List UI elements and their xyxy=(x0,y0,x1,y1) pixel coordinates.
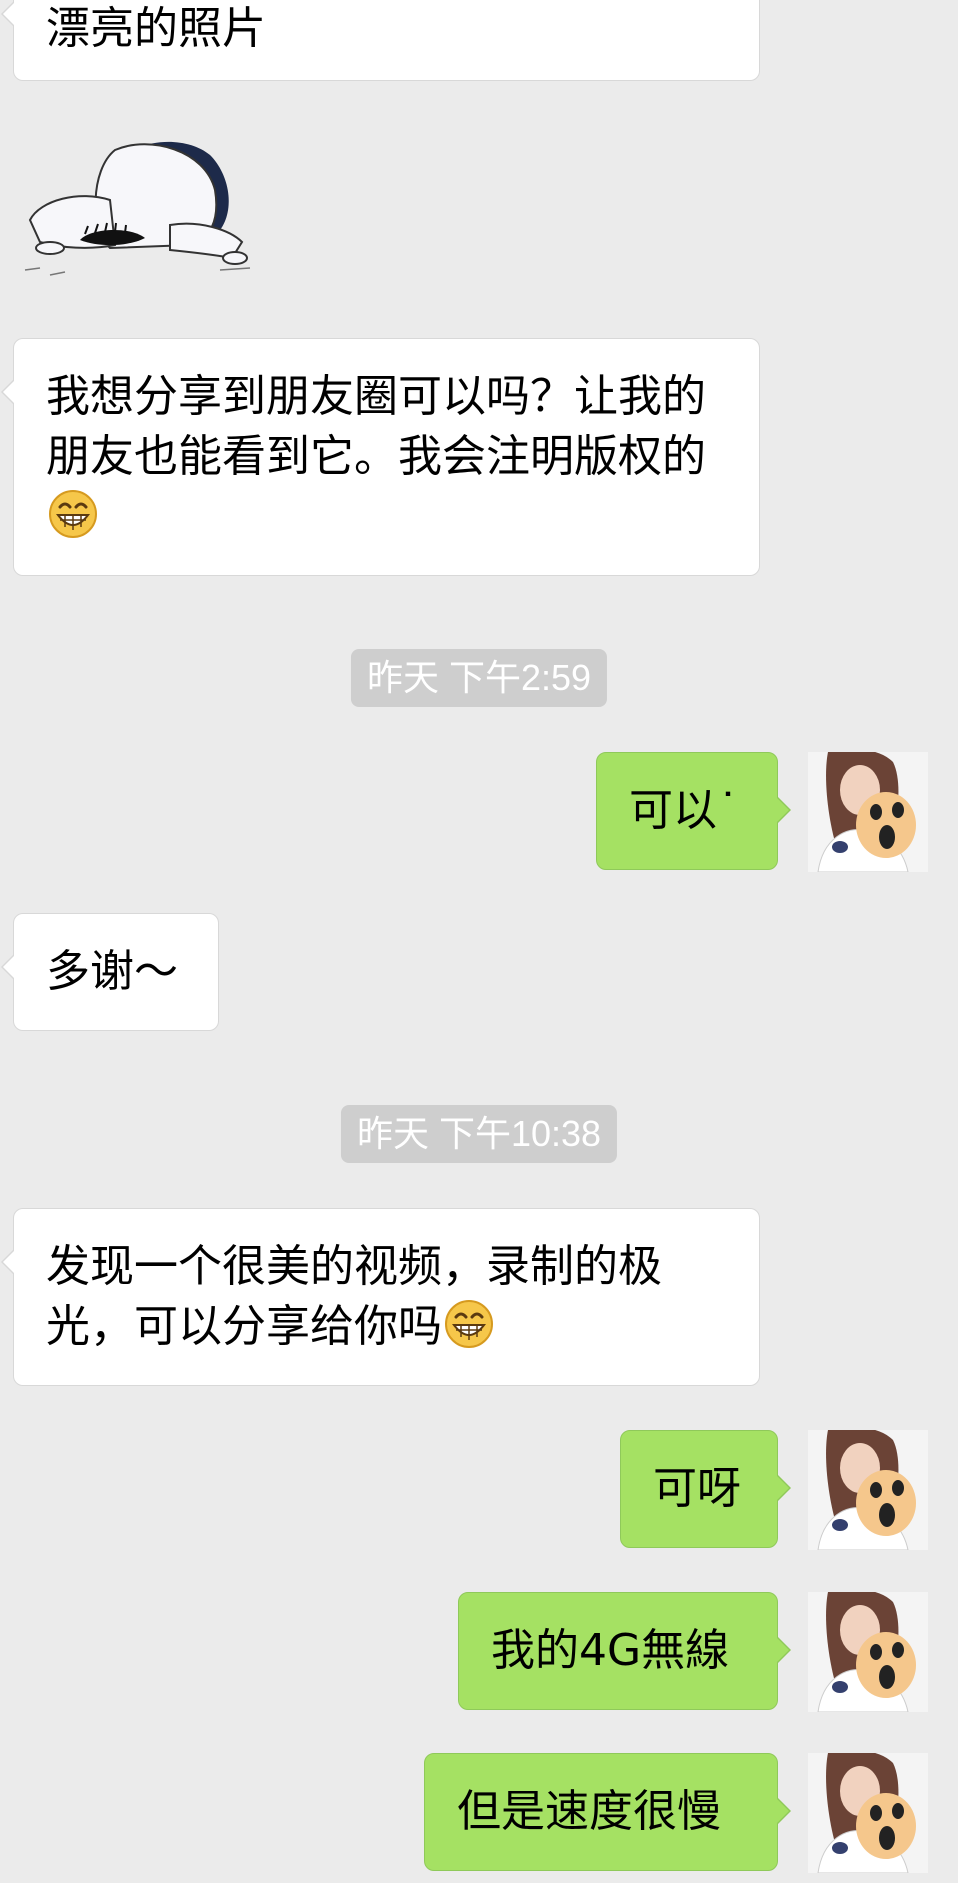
message-text: 我想分享到朋友圈可以吗？让我的朋友也能看到它。我会注明版权的 xyxy=(46,371,706,482)
message-text: 漂亮的照片 xyxy=(46,3,266,54)
message-text: 可以˙ xyxy=(629,785,739,836)
message-bubble-incoming[interactable]: 发现一个很美的视频，录制的极光，可以分享给你吗 xyxy=(1,1208,760,1386)
timestamp-label: 昨天 下午10:38 xyxy=(340,1105,618,1163)
message-bubble-outgoing[interactable]: 可呀 xyxy=(620,1430,791,1548)
user-avatar-icon[interactable] xyxy=(808,1753,928,1873)
message-bubble-outgoing[interactable]: 但是速度很慢 xyxy=(424,1753,791,1871)
message-bubble-incoming[interactable]: 漂亮的照片 xyxy=(1,0,760,81)
grin-emoji-icon xyxy=(444,1299,494,1349)
message-text: 但是速度很慢 xyxy=(457,1786,721,1837)
message-bubble-outgoing[interactable]: 我的4G無線 xyxy=(458,1592,791,1710)
message-text: 我的4G無線 xyxy=(491,1625,730,1676)
grin-emoji-icon xyxy=(48,489,98,539)
message-text: 发现一个很美的视频，录制的极光，可以分享给你吗 xyxy=(46,1241,662,1352)
message-text: 可呀 xyxy=(653,1463,741,1514)
user-avatar-icon[interactable] xyxy=(808,752,928,872)
user-avatar-icon[interactable] xyxy=(808,1592,928,1712)
message-bubble-incoming[interactable]: 多谢～ xyxy=(1,913,219,1031)
timestamp-label: 昨天 下午2:59 xyxy=(350,649,608,707)
user-avatar-icon[interactable] xyxy=(808,1430,928,1550)
kneeling-bow-sticker[interactable] xyxy=(20,130,260,280)
message-bubble-outgoing[interactable]: 可以˙ xyxy=(596,752,791,870)
message-text: 多谢～ xyxy=(46,946,178,997)
message-bubble-incoming[interactable]: 我想分享到朋友圈可以吗？让我的朋友也能看到它。我会注明版权的 xyxy=(1,338,760,576)
